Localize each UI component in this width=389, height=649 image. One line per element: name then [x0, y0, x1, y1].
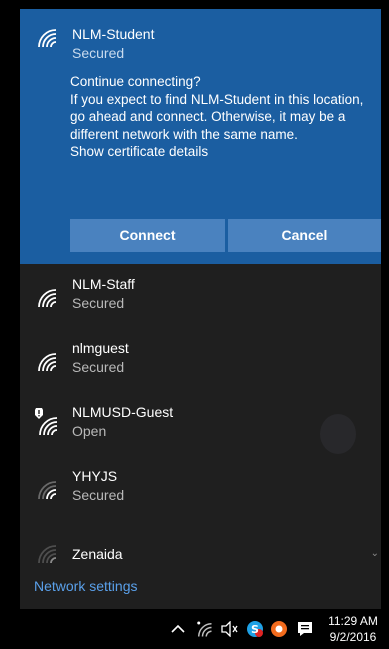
- network-status: Secured: [72, 295, 125, 311]
- network-status: Open: [72, 423, 107, 439]
- show-certificate-link[interactable]: Show certificate details: [70, 143, 372, 161]
- wifi-secured-icon: [38, 353, 57, 372]
- network-flyout: NLM-Student Secured Continue connecting?…: [20, 9, 381, 609]
- scroll-down-arrow-icon[interactable]: ⌄: [371, 549, 379, 559]
- network-item-nlmguest[interactable]: nlmguest Secured: [20, 335, 381, 399]
- background-blur-shape: [320, 414, 356, 454]
- network-status: Secured: [72, 45, 125, 61]
- prompt-body: If you expect to find NLM-Student in thi…: [70, 91, 364, 142]
- network-name: NLM-Student: [72, 26, 155, 42]
- wifi-secured-icon: [38, 289, 57, 308]
- clock[interactable]: 11:29 AM 9/2/2016: [322, 613, 384, 645]
- network-name: NLM-Staff: [72, 276, 135, 292]
- network-item-zenaida[interactable]: Zenaida: [20, 527, 381, 567]
- connection-prompt: Continue connecting? If you expect to fi…: [70, 73, 372, 161]
- network-name: Zenaida: [72, 546, 123, 562]
- app-icon[interactable]: [268, 609, 290, 649]
- clock-time: 11:29 AM: [328, 614, 378, 628]
- network-name: YHYJS: [72, 468, 118, 484]
- volume-icon[interactable]: [218, 609, 242, 649]
- taskbar-tray: S 11:29 AM 9/2/2016: [0, 609, 389, 649]
- clock-date: 9/2/2016: [329, 630, 377, 644]
- network-name: NLMUSD-Guest: [72, 404, 174, 420]
- wifi-weak-icon: [38, 481, 57, 500]
- screen: NLM-Student Secured Continue connecting?…: [0, 0, 389, 649]
- network-settings-link[interactable]: Network settings: [34, 577, 137, 595]
- network-item-nlm-staff[interactable]: NLM-Staff Secured: [20, 271, 381, 335]
- network-name: nlmguest: [72, 340, 129, 356]
- chevron-up-icon[interactable]: [167, 609, 189, 649]
- connect-button[interactable]: Connect: [70, 219, 225, 252]
- wifi-icon[interactable]: [192, 609, 216, 649]
- skype-icon[interactable]: S: [244, 609, 266, 649]
- wifi-weak-icon: [38, 545, 57, 564]
- network-status: Secured: [72, 487, 125, 503]
- cancel-button[interactable]: Cancel: [228, 219, 381, 252]
- network-item-yhyjs[interactable]: YHYJS Secured: [20, 463, 381, 527]
- wifi-open-shield-icon: [35, 408, 58, 436]
- svg-text:S: S: [251, 623, 259, 636]
- wifi-secured-icon: [38, 29, 57, 48]
- prompt-title: Continue connecting?: [70, 74, 201, 89]
- active-network-panel[interactable]: NLM-Student Secured Continue connecting?…: [20, 9, 381, 264]
- network-status: Secured: [72, 359, 125, 375]
- notification-icon[interactable]: [293, 609, 317, 649]
